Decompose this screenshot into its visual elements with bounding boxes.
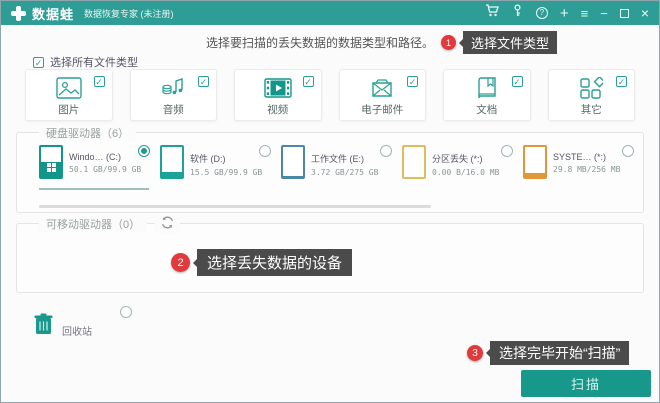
- main-content: 选择要扫描的丢失数据的数据类型和路径。 1 选择文件类型 选择所有文件类型 图片: [1, 25, 659, 402]
- drive-capacity: 3.72 GB/275 GB: [311, 168, 378, 177]
- hard-drives-panel: 硬盘驱动器（6） Windo… (C:) 50.1 GB/99.9 GB 软: [16, 132, 644, 213]
- recycle-bin-item[interactable]: 回收站: [34, 313, 92, 340]
- card-label: 电子邮件: [361, 102, 403, 117]
- plus-icon[interactable]: +: [560, 7, 569, 20]
- drive-usage-icon: [39, 145, 63, 179]
- document-icon: [476, 75, 498, 101]
- drive-radio[interactable]: [259, 145, 271, 157]
- video-checkbox[interactable]: [303, 76, 314, 87]
- app-name: 数据蛙: [32, 4, 74, 23]
- help-icon[interactable]: ?: [536, 7, 548, 19]
- card-other[interactable]: 其它: [548, 69, 636, 121]
- menu-icon[interactable]: ≡: [581, 7, 589, 20]
- scan-button[interactable]: 扫描: [521, 370, 651, 397]
- drive-usage-icon: [160, 145, 184, 179]
- image-icon: [56, 75, 82, 101]
- maximize-icon[interactable]: [620, 9, 629, 18]
- recycle-bin-radio[interactable]: [120, 306, 132, 318]
- removable-drives-title: 可移动驱动器（0）: [39, 216, 147, 232]
- callout-step3: 3 选择完毕开始“扫描”: [467, 341, 629, 365]
- card-email[interactable]: 电子邮件: [339, 69, 427, 121]
- card-documents[interactable]: 文档: [443, 69, 531, 121]
- recycle-bin-icon: [34, 313, 53, 340]
- drive-usage-icon: [402, 145, 426, 179]
- titlebar-icons: ? + ≡ − ×: [485, 4, 649, 22]
- audio-icon: [161, 75, 185, 101]
- hard-drives-title: 硬盘驱动器（6）: [39, 125, 136, 141]
- key-icon[interactable]: [511, 4, 524, 22]
- recycle-bin-label: 回收站: [62, 323, 92, 340]
- cart-icon[interactable]: [485, 4, 499, 22]
- card-label: 其它: [581, 102, 602, 117]
- select-all-label: 选择所有文件类型: [50, 54, 138, 70]
- close-icon[interactable]: ×: [641, 7, 649, 20]
- select-all-filetypes[interactable]: 选择所有文件类型: [33, 54, 138, 70]
- app-subtitle: 数据恢复专家 (未注册): [84, 7, 174, 20]
- step2-tooltip: 选择丢失数据的设备: [197, 249, 352, 276]
- images-checkbox[interactable]: [94, 76, 105, 87]
- minimize-icon[interactable]: −: [600, 7, 608, 20]
- video-icon: [264, 75, 292, 101]
- file-type-cards: 图片 音频 视频 电子邮件: [25, 69, 635, 121]
- callout-step1: 1 选择文件类型: [441, 31, 557, 54]
- drive-item-e[interactable]: 工作文件 (E:) 3.72 GB/275 GB: [281, 145, 402, 179]
- drive-radio[interactable]: [501, 145, 513, 157]
- select-all-checkbox[interactable]: [33, 57, 44, 68]
- card-images[interactable]: 图片: [25, 69, 113, 121]
- drive-capacity: 50.1 GB/99.9 GB: [69, 165, 141, 174]
- drive-name: Windo… (C:): [69, 152, 141, 162]
- drive-capacity: 29.8 MB/256 MB: [553, 165, 620, 174]
- other-checkbox[interactable]: [616, 76, 627, 87]
- audio-checkbox[interactable]: [198, 76, 209, 87]
- drive-item-d[interactable]: 软件 (D:) 15.5 GB/99.9 GB: [160, 145, 281, 179]
- card-label: 图片: [58, 102, 79, 117]
- drive-radio[interactable]: [622, 145, 634, 157]
- drive-name: 工作文件 (E:): [311, 152, 378, 165]
- card-video[interactable]: 视频: [234, 69, 322, 121]
- step1-tooltip: 选择文件类型: [463, 31, 557, 54]
- drive-item-lost-partition[interactable]: 分区丢失 (*:) 0.00 B/16.0 MB: [402, 145, 523, 179]
- card-audio[interactable]: 音频: [130, 69, 218, 121]
- drive-name: 分区丢失 (*:): [432, 152, 499, 165]
- drive-name: SYSTE… (*:): [553, 152, 620, 162]
- drive-usage-icon: [281, 145, 305, 179]
- titlebar: 数据蛙 数据恢复专家 (未注册) ? + ≡ − ×: [1, 1, 659, 25]
- card-label: 音频: [163, 102, 184, 117]
- refresh-icon[interactable]: [155, 215, 180, 233]
- email-icon: [369, 75, 395, 101]
- card-label: 文档: [476, 102, 497, 117]
- drive-name: 软件 (D:): [190, 152, 262, 165]
- card-label: 视频: [267, 102, 288, 117]
- step3-badge: 3: [467, 345, 483, 361]
- drive-item-system[interactable]: SYSTE… (*:) 29.8 MB/256 MB: [523, 145, 644, 179]
- drive-capacity: 15.5 GB/99.9 GB: [190, 168, 262, 177]
- app-logo-icon: [11, 6, 26, 21]
- other-icon: [579, 75, 603, 101]
- callout-step2: 2 选择丢失数据的设备: [171, 249, 352, 276]
- drive-list: Windo… (C:) 50.1 GB/99.9 GB 软件 (D:) 15.5…: [39, 145, 644, 179]
- drive-item-c[interactable]: Windo… (C:) 50.1 GB/99.9 GB: [39, 145, 160, 179]
- step1-badge: 1: [441, 35, 456, 50]
- email-checkbox[interactable]: [407, 76, 418, 87]
- step2-badge: 2: [171, 253, 190, 272]
- step3-tooltip: 选择完毕开始“扫描”: [490, 341, 629, 365]
- drive-usage-icon: [523, 145, 547, 179]
- drive-radio[interactable]: [380, 145, 392, 157]
- horizontal-scrollbar[interactable]: [39, 205, 431, 208]
- app-window: 数据蛙 数据恢复专家 (未注册) ? + ≡ − × 选择要扫描的丢失数据的数据…: [0, 0, 660, 403]
- drive-capacity: 0.00 B/16.0 MB: [432, 168, 499, 177]
- drive-radio[interactable]: [138, 145, 150, 157]
- documents-checkbox[interactable]: [512, 76, 523, 87]
